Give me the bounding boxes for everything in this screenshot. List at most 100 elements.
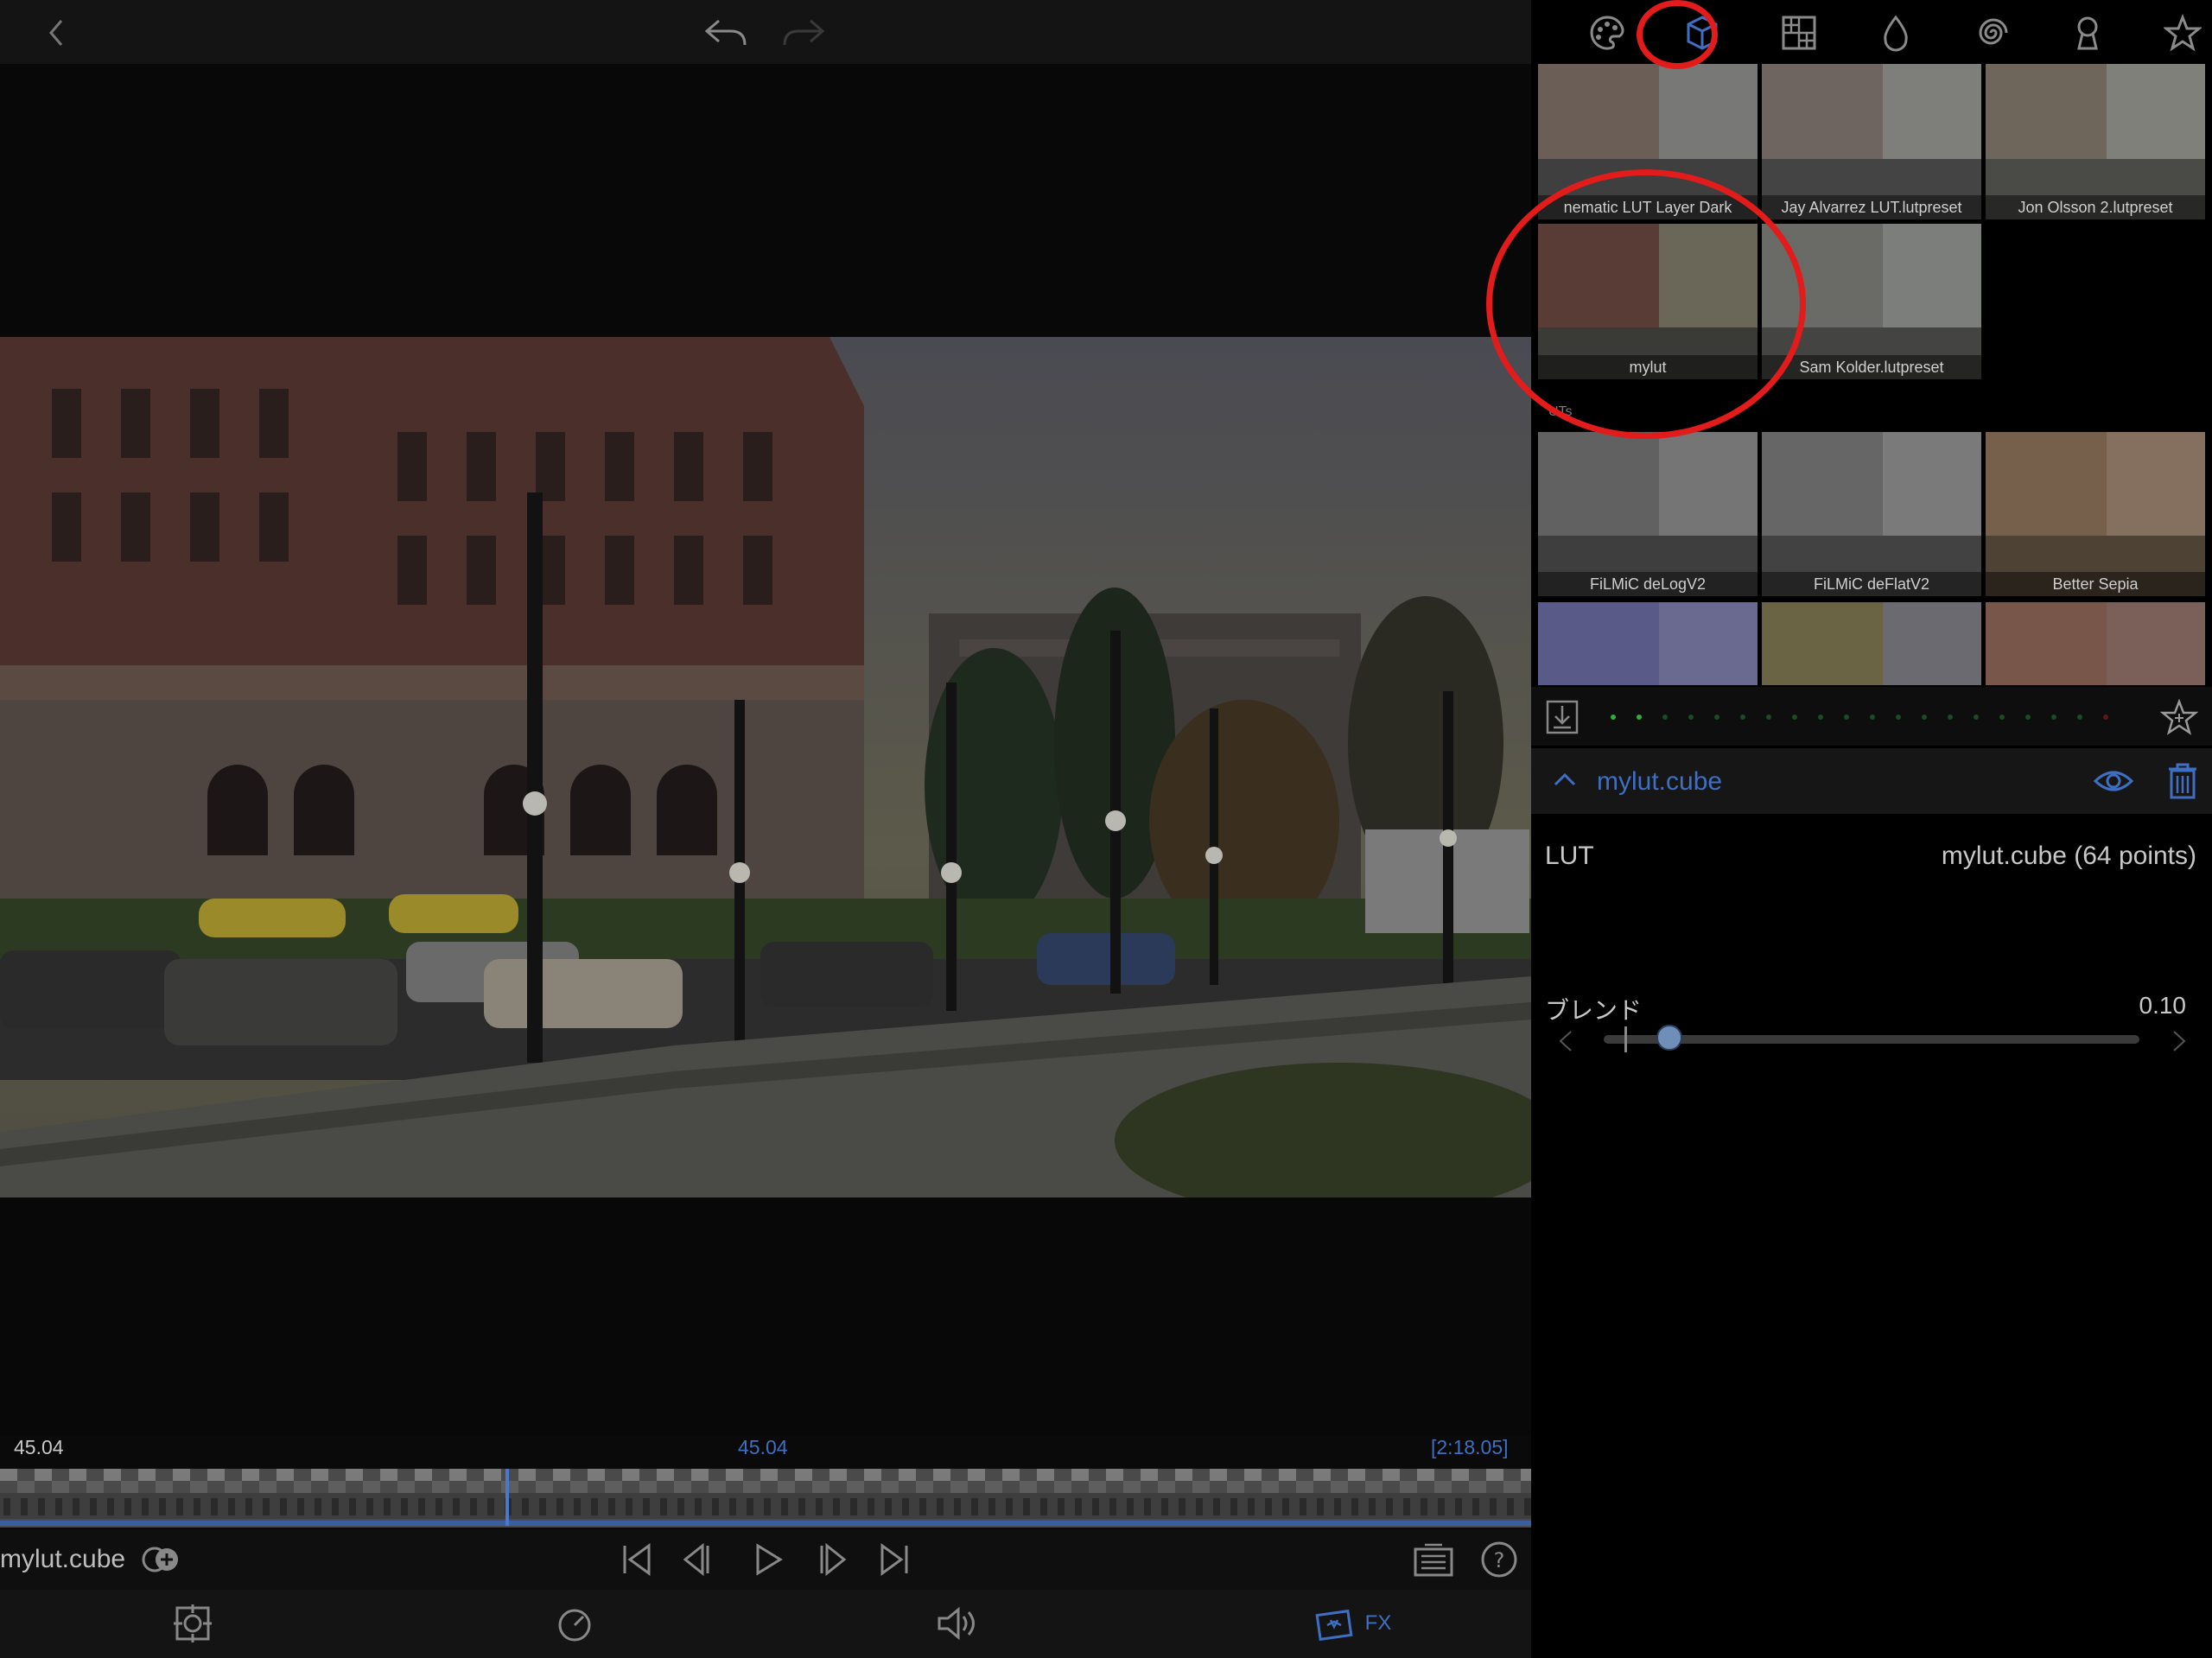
go-to-end-button[interactable] (873, 1540, 916, 1579)
thumbnail-caption: Jay Alvarrez LUT.lutpreset (1762, 195, 1981, 219)
tab-transform[interactable] (171, 1602, 214, 1645)
page-dot (1611, 715, 1616, 720)
lut-thumbnail[interactable]: mylut (1538, 224, 1758, 379)
play-icon (756, 1543, 783, 1576)
page-dot (1792, 715, 1797, 720)
lut-thumbnail[interactable]: FiLMiC deFlatV2 (1762, 432, 1981, 596)
page-dot (1974, 715, 1979, 720)
preset-bar (1531, 687, 2212, 746)
step-forward-button[interactable] (810, 1540, 854, 1579)
page-dot (1662, 715, 1668, 720)
lut-thumbnail[interactable]: Jay Alvarrez LUT.lutpreset (1762, 64, 1981, 219)
cube-icon (1687, 16, 1718, 50)
tab-audio[interactable] (935, 1602, 978, 1645)
svg-text:?: ? (1494, 1548, 1505, 1572)
triangle-right-icon (2173, 1031, 2186, 1051)
lut-thumbnail[interactable]: nematic LUT Layer Dark (1538, 64, 1758, 219)
fx-icon (1315, 1609, 1353, 1642)
transport-bar: mylut.cube ? (0, 1529, 1531, 1590)
favorite-button[interactable] (2160, 699, 2198, 735)
tab-distort[interactable] (1967, 9, 2015, 57)
step-forward-icon (820, 1542, 847, 1577)
toggle-visibility-button[interactable] (2093, 765, 2134, 797)
undo-button[interactable] (700, 9, 752, 57)
total-duration: [2:18.05] (1431, 1436, 1509, 1458)
thumbnail-image (1538, 602, 1758, 685)
fx-label: FX (1364, 1611, 1392, 1635)
trash-icon (2169, 763, 2196, 799)
page-dot (2077, 715, 2082, 720)
page-dot (2103, 715, 2108, 720)
video-frame[interactable] (0, 337, 1531, 1197)
page-dot (1844, 715, 1849, 720)
tab-presets-grid[interactable] (1775, 9, 1823, 57)
blend-increment-button[interactable] (2169, 1028, 2190, 1054)
list-icon (1414, 1543, 1453, 1577)
page-dot (2025, 715, 2031, 720)
go-to-start-button[interactable] (615, 1540, 658, 1579)
layer-add-icon (142, 1547, 178, 1572)
lut-file-value[interactable]: mylut.cube (64 points) (1719, 842, 2196, 871)
lut-thumbnail[interactable]: Sam Kolder.lutpreset (1762, 224, 1981, 379)
thumbnail-caption: FiLMiC deLogV2 (1538, 572, 1758, 596)
step-back-icon (683, 1542, 709, 1577)
undo-icon (704, 19, 747, 46)
tab-color[interactable] (1583, 9, 1631, 57)
section-label: UTs (1548, 404, 1573, 419)
lut-thumbnail[interactable]: Better Sepia (1986, 432, 2205, 596)
video-viewer (0, 64, 1531, 1436)
current-time-left: 45.04 (14, 1436, 64, 1458)
clip-name: mylut.cube (0, 1545, 126, 1573)
blend-decrement-button[interactable] (1555, 1028, 1576, 1054)
blend-label: ブレンド (1545, 997, 1643, 1024)
lut-thumbnail[interactable]: Jon Olsson 2.lutpreset (1986, 64, 2205, 219)
speaker-icon (938, 1606, 975, 1641)
tab-favorites[interactable] (2158, 9, 2207, 57)
help-button[interactable]: ? (1478, 1540, 1521, 1579)
playhead[interactable] (505, 1469, 509, 1526)
delete-layer-button[interactable] (2165, 762, 2200, 800)
page-dot (1948, 715, 1953, 720)
tab-fx[interactable]: FX (1301, 1602, 1405, 1645)
star-add-icon (2160, 699, 2198, 735)
tab-lut[interactable] (1678, 9, 1726, 57)
page-dot (1740, 715, 1745, 720)
tab-speed[interactable] (553, 1602, 596, 1645)
chevron-up-icon (1554, 772, 1576, 786)
lut-thumbnail[interactable]: FiLMiC deLogV2 (1538, 432, 1758, 596)
step-back-button[interactable] (677, 1540, 721, 1579)
thumbnail-caption: Sam Kolder.lutpreset (1762, 355, 1981, 379)
lut-thumbnail[interactable] (1762, 602, 1981, 685)
blend-slider-knob[interactable] (1656, 1025, 1682, 1051)
page-dot (2051, 715, 2056, 720)
back-button[interactable] (31, 9, 83, 57)
lut-thumbnail[interactable] (1986, 602, 2205, 685)
skip-end-icon (880, 1543, 908, 1576)
help-icon: ? (1481, 1541, 1517, 1578)
clip-list-button[interactable] (1412, 1540, 1455, 1579)
chevron-left-icon (49, 20, 63, 46)
lut-layer-name: mylut.cube (1597, 767, 1723, 796)
download-icon (1546, 700, 1579, 734)
slider-default-tick (1624, 1026, 1627, 1052)
grid-icon (1782, 16, 1816, 50)
lut-layer-header[interactable]: mylut.cube (1531, 748, 2212, 814)
lut-thumbnail[interactable] (1538, 602, 1758, 685)
page-dot (1766, 715, 1771, 720)
keyhole-icon (2077, 16, 2098, 50)
playhead-time: 45.04 (738, 1436, 788, 1458)
add-layer-button[interactable] (138, 1540, 187, 1579)
redo-button[interactable] (778, 9, 830, 57)
import-lut-button[interactable] (1545, 699, 1580, 735)
tab-mask[interactable] (2063, 9, 2112, 57)
page-dot (1637, 715, 1642, 720)
collapse-button[interactable] (1552, 767, 1578, 793)
thumbnail-image (1986, 602, 2205, 685)
transform-icon (174, 1604, 212, 1642)
top-toolbar (0, 0, 1531, 64)
tab-blur[interactable] (1872, 9, 1920, 57)
blend-slider-track[interactable] (1604, 1026, 2139, 1052)
timeline-filmstrip[interactable] (0, 1469, 1531, 1528)
page-dot (1999, 715, 2005, 720)
play-button[interactable] (747, 1540, 790, 1579)
